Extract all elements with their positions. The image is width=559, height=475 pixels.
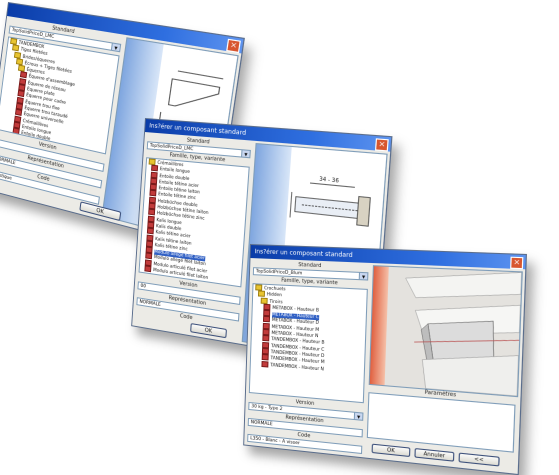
ok-button[interactable]: OK	[371, 443, 411, 458]
dimension-label: 34 - 36	[319, 176, 339, 185]
chevron-down-icon[interactable]: ▼	[358, 272, 368, 280]
family-tree[interactable]: Crochuets Hidden Tiroirs METABOX - Hauteur …	[248, 283, 368, 404]
close-icon[interactable]: ×	[226, 38, 241, 54]
component-icon	[261, 360, 269, 368]
family-tree[interactable]: Crémaillères Entoile longue Entoile double…	[138, 157, 250, 288]
cancel-button[interactable]: Annuler	[414, 448, 455, 462]
chevron-down-icon[interactable]: ▼	[241, 150, 250, 158]
dialog-window-3: Ins?érer un composant standard × Standar…	[243, 244, 527, 475]
close-icon[interactable]: ×	[510, 256, 524, 270]
chevron-down-icon[interactable]: ▼	[353, 412, 363, 420]
drawer-render	[384, 266, 522, 397]
chevron-down-icon[interactable]: ▼	[110, 43, 121, 52]
standard-select-value: TopSolidPriceD_Blum	[255, 269, 303, 277]
collapse-button[interactable]: <<	[458, 452, 500, 467]
window-3-title: Ins?érer un composant standard	[254, 248, 353, 260]
drawer-preview	[368, 265, 523, 398]
close-icon[interactable]: ×	[374, 138, 389, 152]
component-icon	[144, 265, 152, 273]
tree-item-label: TANDEMBOX - Hauteur N	[270, 362, 324, 372]
component-icon	[12, 127, 20, 135]
